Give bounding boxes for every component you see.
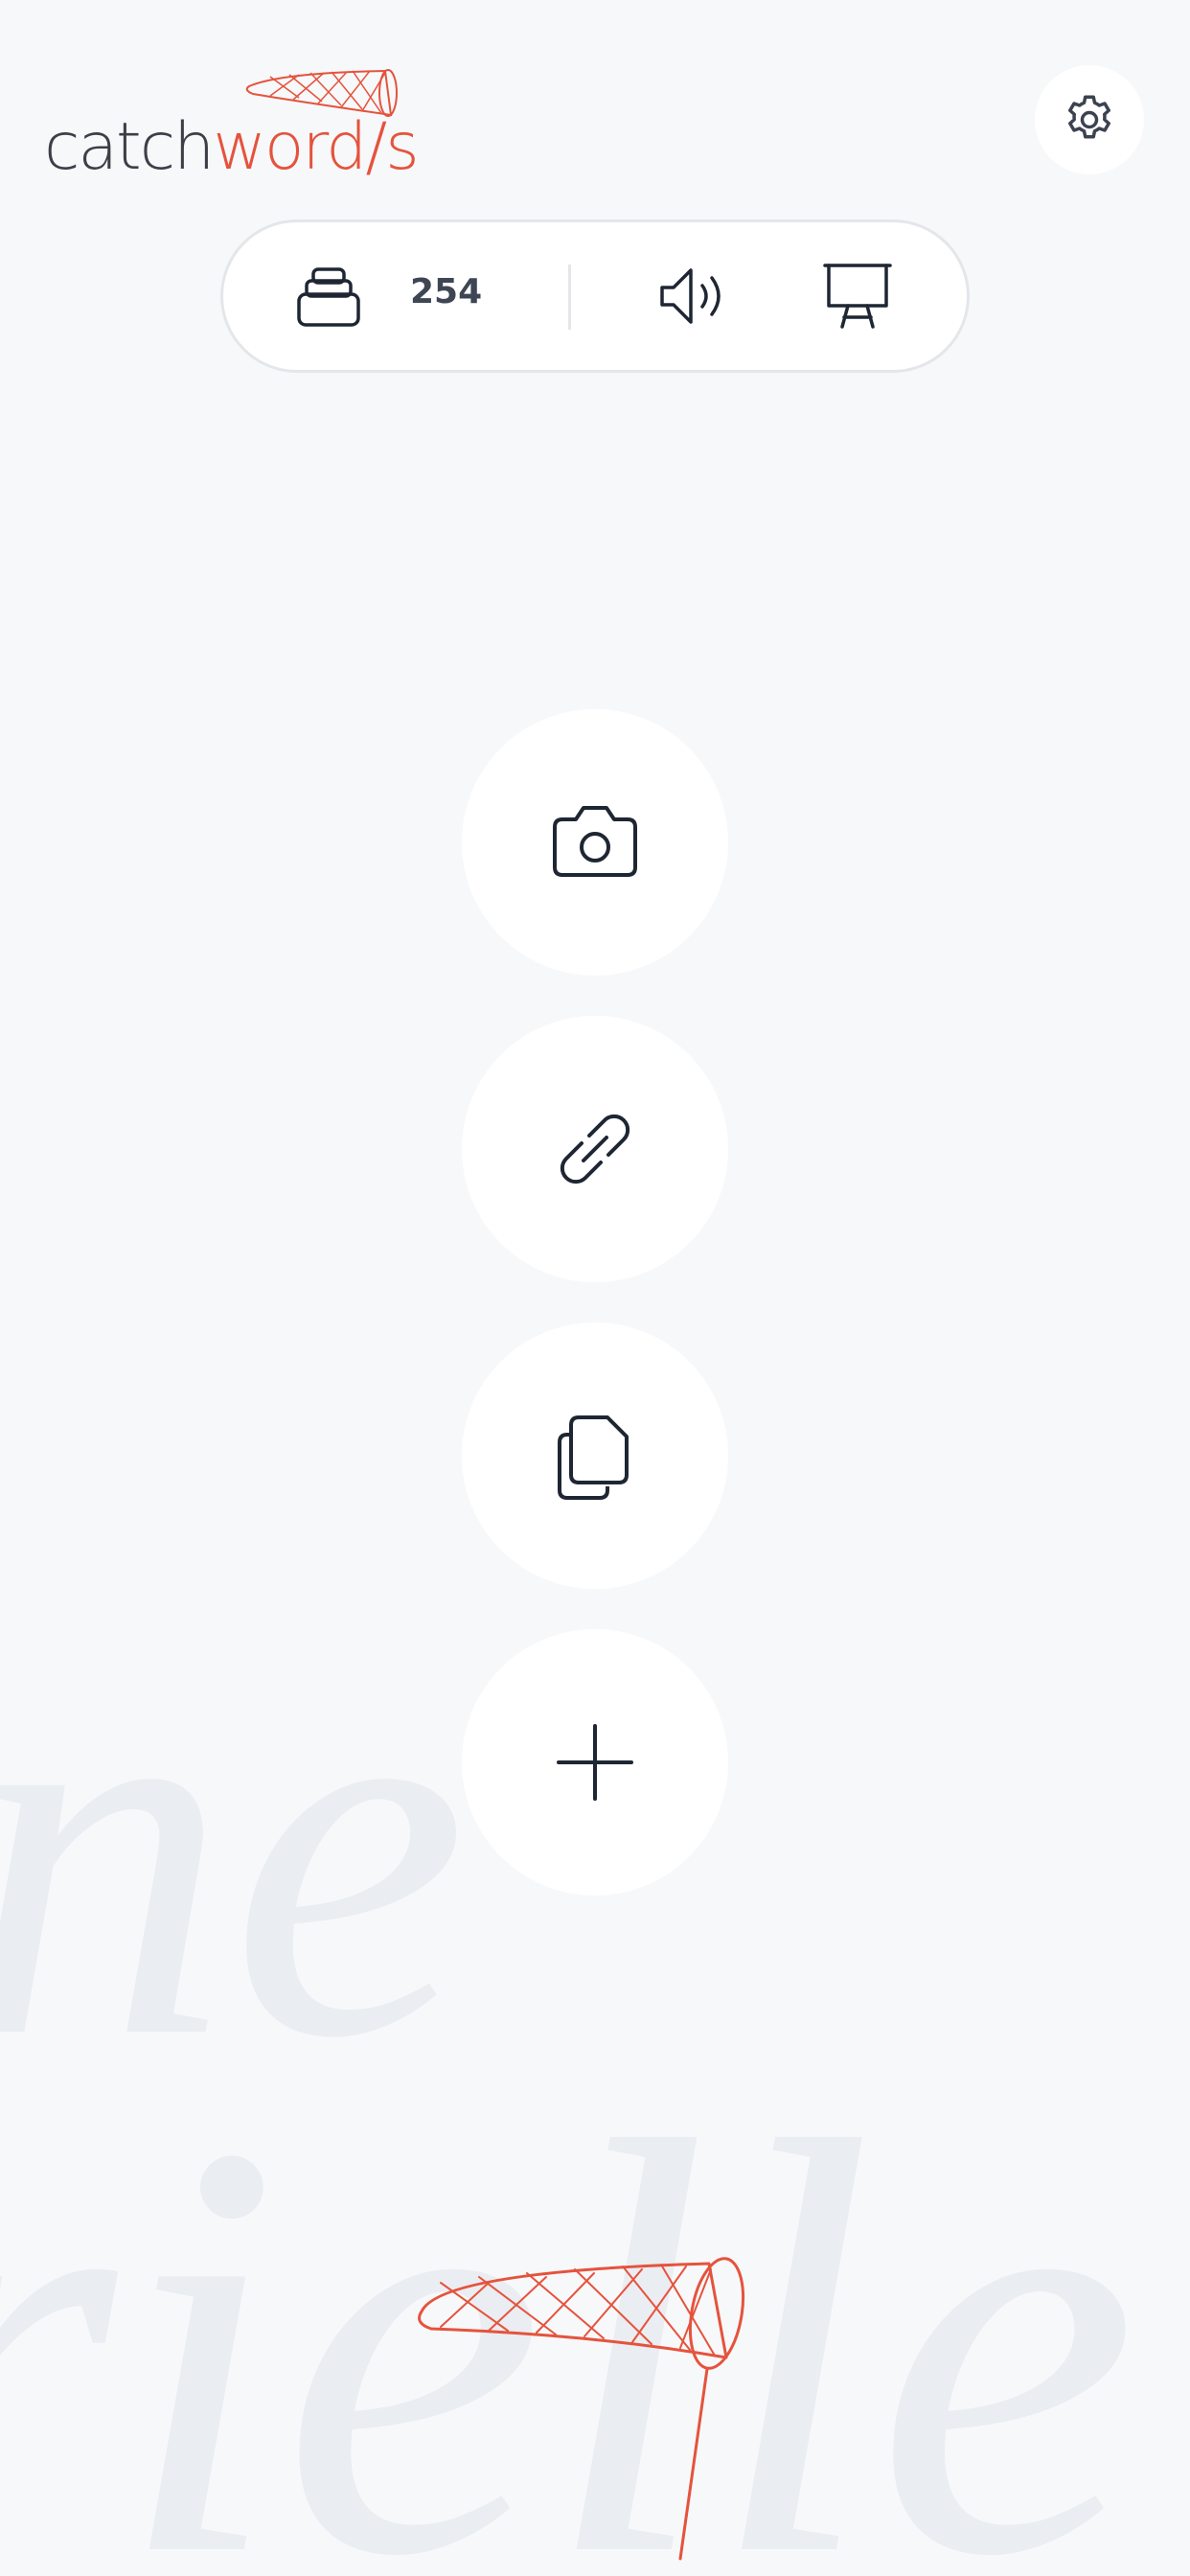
link-button[interactable] xyxy=(462,1016,728,1282)
presentation-board-icon xyxy=(823,264,892,329)
gear-icon xyxy=(1068,95,1110,139)
logo-wordmark-words: word/s xyxy=(213,109,419,185)
background-letters: ne rielle xyxy=(0,1554,1138,2576)
camera-button[interactable] xyxy=(462,709,728,976)
copy-icon xyxy=(558,1415,629,1500)
background-word-top: ne xyxy=(0,1554,469,2149)
camera-icon xyxy=(553,806,637,877)
stack-icon xyxy=(297,267,360,327)
add-button[interactable] xyxy=(462,1629,728,1896)
toolbar-divider xyxy=(568,264,571,330)
plus-icon xyxy=(557,1724,633,1801)
word-stack-button[interactable] xyxy=(290,222,367,370)
presentation-button[interactable] xyxy=(819,222,896,370)
word-count: 254 xyxy=(410,272,483,311)
copy-button[interactable] xyxy=(462,1322,728,1589)
link-icon xyxy=(560,1114,630,1184)
speaker-icon xyxy=(660,268,721,324)
logo-wordmark-catch: catch xyxy=(44,109,215,185)
settings-button[interactable] xyxy=(1035,65,1144,174)
app-logo: catchword/s xyxy=(44,65,420,180)
logo-wordmark: catchword/s xyxy=(44,115,420,180)
top-toolbar: 254 xyxy=(220,219,970,373)
sound-button[interactable] xyxy=(654,222,731,370)
butterfly-net-icon xyxy=(418,2257,745,2561)
